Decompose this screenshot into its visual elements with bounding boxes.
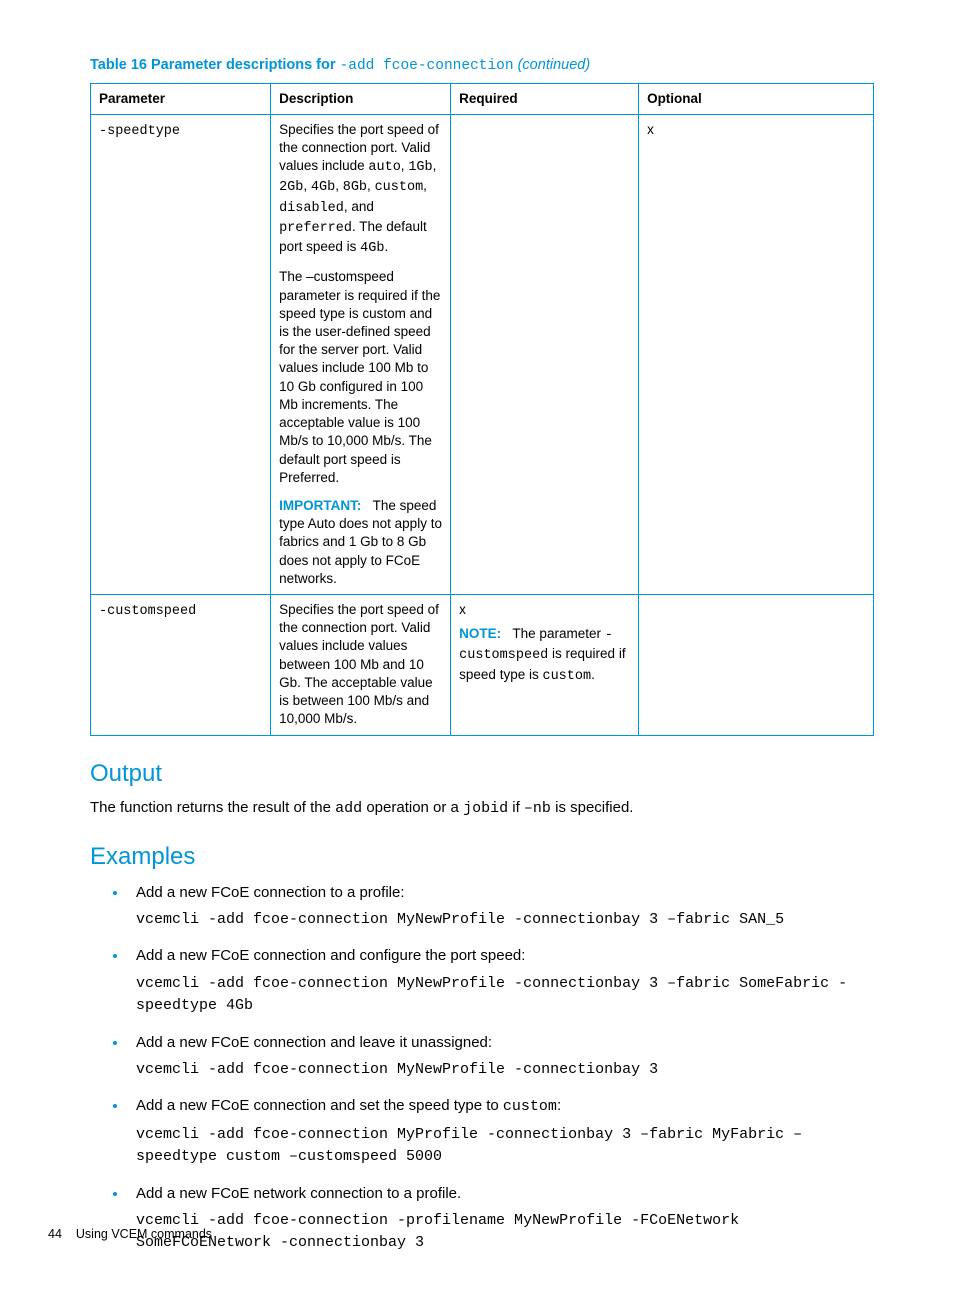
- list-item: Add a new FCoE network connection to a p…: [128, 1183, 874, 1255]
- page-number: 44: [48, 1227, 62, 1241]
- caption-code: -add fcoe-connection: [340, 58, 514, 74]
- param-name: -customspeed: [99, 604, 196, 619]
- col-required: Required: [451, 83, 639, 114]
- desc-paragraph: Specifies the port speed of the connecti…: [279, 121, 442, 259]
- desc-paragraph: Specifies the port speed of the connecti…: [271, 595, 451, 736]
- list-item: Add a new FCoE connection and set the sp…: [128, 1095, 874, 1168]
- list-item: Add a new FCoE connection to a profile: …: [128, 882, 874, 932]
- table-header-row: Parameter Description Required Optional: [91, 83, 874, 114]
- note-label: NOTE:: [459, 626, 501, 641]
- caption-prefix: Table 16 Parameter descriptions for: [90, 57, 340, 73]
- optional-cell: [639, 595, 874, 736]
- list-item: Add a new FCoE connection and configure …: [128, 945, 874, 1017]
- col-optional: Optional: [639, 83, 874, 114]
- page-footer: 44 Using VCEM commands: [48, 1226, 212, 1243]
- output-text: The function returns the result of the a…: [90, 798, 874, 819]
- col-parameter: Parameter: [91, 83, 271, 114]
- command-text: vcemcli -add fcoe-connection -profilenam…: [136, 1210, 874, 1255]
- command-text: vcemcli -add fcoe-connection MyNewProfil…: [136, 909, 874, 932]
- examples-heading: Examples: [90, 841, 874, 873]
- table-row: -customspeed Specifies the port speed of…: [91, 595, 874, 736]
- list-item: Add a new FCoE connection and leave it u…: [128, 1032, 874, 1082]
- parameters-table: Parameter Description Required Optional …: [90, 83, 874, 736]
- desc-paragraph: The –customspeed parameter is required i…: [279, 268, 442, 487]
- table-caption: Table 16 Parameter descriptions for -add…: [90, 56, 874, 77]
- output-heading: Output: [90, 758, 874, 790]
- param-name: -speedtype: [99, 124, 180, 139]
- important-label: IMPORTANT:: [279, 498, 361, 513]
- command-text: vcemcli -add fcoe-connection MyNewProfil…: [136, 973, 874, 1018]
- required-x: x: [459, 601, 630, 619]
- command-text: vcemcli -add fcoe-connection MyNewProfil…: [136, 1059, 874, 1082]
- table-row: -speedtype Specifies the port speed of t…: [91, 114, 874, 594]
- caption-suffix: (continued): [514, 57, 591, 73]
- col-description: Description: [271, 83, 451, 114]
- required-cell: x NOTE: The parameter -customspeed is re…: [451, 595, 639, 736]
- required-cell: [451, 114, 639, 594]
- important-note: IMPORTANT: The speed type Auto does not …: [279, 497, 442, 588]
- footer-section: Using VCEM commands: [76, 1227, 212, 1241]
- optional-cell: x: [639, 114, 874, 594]
- examples-list: Add a new FCoE connection to a profile: …: [90, 882, 874, 1255]
- command-text: vcemcli -add fcoe-connection MyProfile -…: [136, 1124, 874, 1169]
